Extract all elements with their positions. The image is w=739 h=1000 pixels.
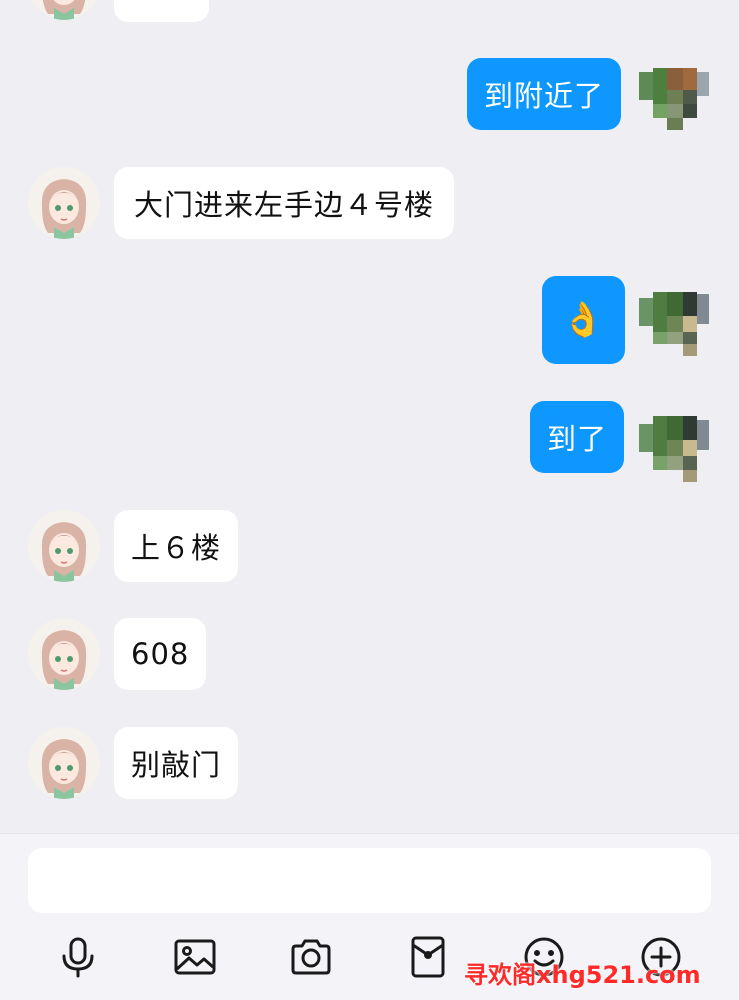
my-avatar[interactable] (639, 284, 711, 356)
message-text: 到了 (547, 422, 608, 456)
contact-avatar[interactable] (28, 510, 100, 582)
photo-button[interactable] (167, 929, 223, 985)
message-text: 大门进来左手边４号楼 (134, 188, 435, 222)
message-text: 别敲门 (131, 748, 222, 782)
red-packet-icon (411, 936, 445, 978)
message-text: 608 (131, 637, 190, 671)
message-bubble[interactable]: 别敲门 (114, 727, 239, 799)
message-bubble[interactable]: 大门进来左手边４号楼 (114, 167, 455, 239)
contact-avatar[interactable] (28, 618, 100, 690)
red-packet-button[interactable] (400, 929, 456, 985)
message-bubble[interactable]: 608 (114, 618, 207, 690)
ok-hand-emoji: 👌 (561, 300, 606, 340)
camera-icon (291, 939, 331, 975)
message-input[interactable] (28, 848, 711, 913)
chat-message-list[interactable]: 到附近了 大门进来左手边４号楼 👌 到了 上６楼 608 别敲门 (0, 0, 739, 833)
message-bubble[interactable]: 到了 (530, 401, 625, 473)
contact-avatar[interactable] (28, 0, 100, 20)
message-bubble[interactable]: 上６楼 (114, 510, 239, 582)
image-icon (174, 939, 216, 975)
message-text: 到附近了 (484, 79, 605, 113)
message-bubble[interactable]: 👌 (542, 276, 625, 364)
contact-avatar[interactable] (28, 167, 100, 239)
microphone-icon (62, 937, 94, 978)
my-avatar[interactable] (639, 410, 711, 482)
camera-button[interactable] (283, 929, 339, 985)
voice-button[interactable] (50, 929, 106, 985)
contact-avatar[interactable] (28, 727, 100, 799)
my-avatar[interactable] (639, 58, 711, 130)
message-bubble[interactable] (114, 0, 209, 22)
watermark: 寻欢阁xhg521.com (464, 961, 701, 989)
message-bubble[interactable]: 到附近了 (467, 58, 622, 130)
message-text: 上６楼 (131, 531, 222, 565)
